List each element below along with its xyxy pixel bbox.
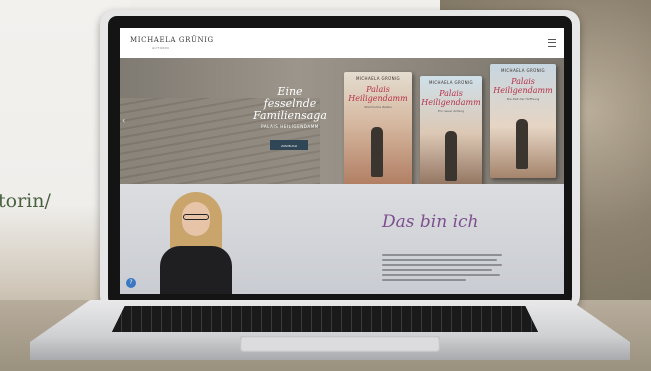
author-portrait [160, 192, 232, 294]
text-line [382, 269, 493, 271]
hero-title-line1: Eine fesselnde [263, 85, 317, 110]
book-cover-3[interactable]: MICHAELA GRÜNIG Palais Heiligendamm Die … [490, 64, 556, 178]
book-author: MICHAELA GRÜNIG [355, 76, 401, 81]
laptop-trackpad [240, 336, 440, 352]
book-author: MICHAELA GRÜNIG [500, 68, 546, 73]
book-subtitle: Stürmische Zeiten [364, 105, 392, 109]
book-title: Palais Heiligendamm [421, 89, 481, 107]
about-text-block [382, 254, 502, 284]
laptop-keyboard [112, 306, 538, 332]
book-cover-2[interactable]: MICHAELA GRÜNIG Palais Heiligendamm Ein … [420, 76, 482, 184]
portrait-glasses [183, 214, 209, 220]
hero-title-line2: Familiensaga [253, 109, 327, 122]
text-line [382, 274, 500, 276]
menu-icon[interactable] [548, 39, 556, 47]
about-title: Das bin ich [382, 212, 479, 232]
about-section: Das bin ich ? [120, 184, 564, 294]
book-figure [371, 127, 384, 177]
book-title: Palais Heiligendamm [348, 85, 408, 103]
text-line [382, 264, 502, 266]
book-subtitle: Die Zeit der Hoffnung [506, 97, 540, 101]
book-figure [444, 131, 457, 181]
book-title: Palais Heiligendamm [493, 77, 553, 95]
book-author: MICHAELA GRÜNIG [428, 80, 474, 85]
hero-subtitle: PALAIS HEILIGENDAMM [261, 124, 319, 129]
book-cover-1[interactable]: MICHAELA GRÜNIG Palais Heiligendamm Stür… [344, 72, 412, 184]
site-header: MICHAELA GRÜNIG AUTORIN [120, 28, 564, 58]
hero-title: Eine fesselnde Familiensaga [250, 86, 330, 122]
text-line [382, 254, 502, 256]
book-subtitle: Ein neuer Anfang [438, 109, 464, 113]
laptop-screen: MICHAELA GRÜNIG AUTORIN ‹ Eine fesselnde… [120, 28, 564, 294]
portrait-body [160, 246, 232, 294]
book-figure [516, 119, 529, 169]
text-line [382, 279, 466, 281]
hero-cta-button[interactable]: ZUM BUCH [270, 140, 308, 150]
background-text: torin/ [0, 190, 51, 212]
help-icon[interactable]: ? [126, 278, 136, 288]
text-line [382, 259, 498, 261]
site-logo-subtitle: AUTORIN [152, 46, 170, 50]
site-logo[interactable]: MICHAELA GRÜNIG [130, 36, 214, 44]
chevron-left-icon[interactable]: ‹ [122, 116, 125, 125]
hero-banner: ‹ Eine fesselnde Familiensaga PALAIS HEI… [120, 58, 564, 184]
